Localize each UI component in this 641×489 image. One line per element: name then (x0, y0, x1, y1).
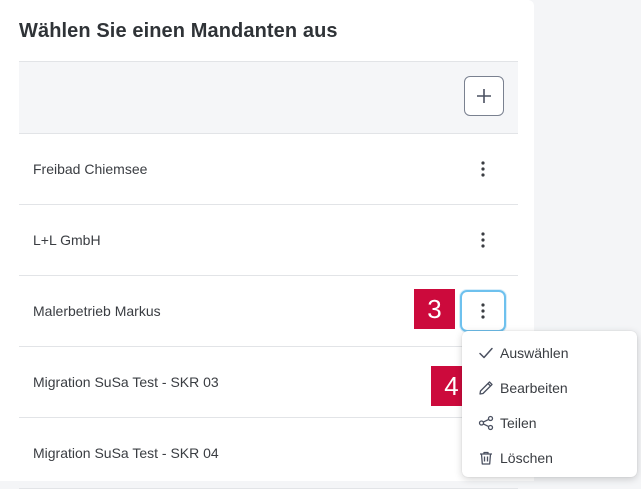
menu-item-label: Löschen (500, 449, 553, 466)
row-actions-button[interactable] (460, 148, 506, 190)
page-title: Wählen Sie einen Mandanten aus (19, 20, 338, 42)
pencil-icon (479, 380, 493, 395)
client-name: Malerbetrieb Markus (33, 303, 161, 319)
client-table: Freibad Chiemsee L+L GmbH Malerbetrieb M… (19, 61, 518, 489)
client-name: L+L GmbH (33, 232, 101, 248)
more-vertical-icon (481, 161, 485, 177)
menu-item-select[interactable]: Auswählen (462, 335, 637, 370)
more-vertical-icon (481, 232, 485, 248)
client-name: Migration SuSa Test - SKR 03 (33, 374, 219, 390)
menu-item-delete[interactable]: Löschen (462, 440, 637, 475)
menu-item-edit[interactable]: Bearbeiten (462, 370, 637, 405)
client-name: Migration SuSa Test - SKR 04 (33, 445, 219, 461)
trash-icon (480, 451, 492, 465)
table-row[interactable]: Migration SuSa Test - SKR 04 (19, 418, 518, 489)
step-3-badge: 3 (414, 289, 455, 329)
table-row[interactable]: L+L GmbH (19, 205, 518, 276)
menu-item-label: Teilen (500, 414, 537, 431)
client-selection-panel: Wählen Sie einen Mandanten aus Freibad C… (0, 0, 534, 489)
add-client-button[interactable] (464, 76, 504, 116)
row-actions-menu: Auswählen Bearbeiten Teilen Löschen (462, 331, 637, 477)
row-actions-button[interactable] (460, 219, 506, 261)
plus-icon (477, 89, 491, 103)
share-icon (478, 415, 494, 430)
menu-item-label: Auswählen (500, 344, 569, 361)
menu-item-label: Bearbeiten (500, 379, 568, 396)
client-name: Freibad Chiemsee (33, 161, 148, 177)
row-actions-button[interactable] (460, 290, 506, 332)
check-icon (479, 347, 493, 358)
menu-item-share[interactable]: Teilen (462, 405, 637, 440)
table-row[interactable]: Freibad Chiemsee (19, 134, 518, 205)
table-header (19, 61, 518, 134)
more-vertical-icon (481, 303, 485, 319)
